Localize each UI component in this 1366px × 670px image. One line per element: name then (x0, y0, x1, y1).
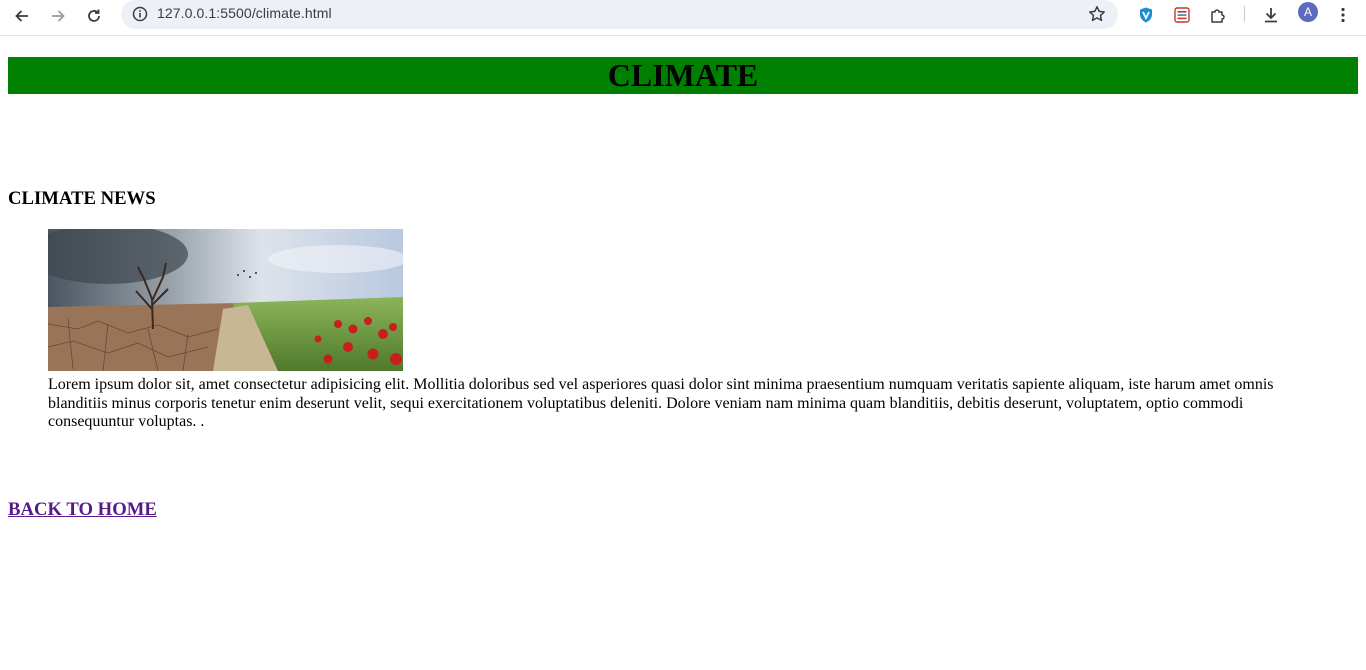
browser-toolbar: 127.0.0.1:5500/climate.html A (0, 0, 1366, 36)
back-to-home-link[interactable]: BACK TO HOME (8, 499, 157, 521)
page-content: CLIMATE CLIMATE NEWS Lorem ipsum dolor s… (0, 36, 1366, 670)
reload-icon[interactable] (80, 2, 108, 30)
menu-dots-icon[interactable] (1330, 2, 1356, 28)
forward-icon[interactable] (44, 2, 72, 30)
extensions-puzzle-icon[interactable] (1205, 2, 1231, 28)
address-bar[interactable]: 127.0.0.1:5500/climate.html (121, 0, 1118, 29)
download-icon[interactable] (1258, 2, 1284, 28)
profile-avatar[interactable]: A (1298, 2, 1318, 22)
shield-extension-icon[interactable] (1133, 2, 1159, 28)
url-text[interactable]: 127.0.0.1:5500/climate.html (157, 5, 332, 21)
news-heading: CLIMATE NEWS (8, 188, 156, 209)
toolbar-divider (1244, 6, 1245, 22)
reader-extension-icon[interactable] (1169, 2, 1195, 28)
climate-news-image (48, 229, 403, 371)
bookmark-star-icon[interactable] (1086, 3, 1108, 25)
back-icon[interactable] (8, 2, 36, 30)
page-title: CLIMATE (607, 57, 759, 93)
title-banner: CLIMATE (8, 57, 1358, 94)
site-info-icon[interactable] (129, 3, 151, 25)
news-paragraph: Lorem ipsum dolor sit, amet consectetur … (48, 376, 1274, 430)
